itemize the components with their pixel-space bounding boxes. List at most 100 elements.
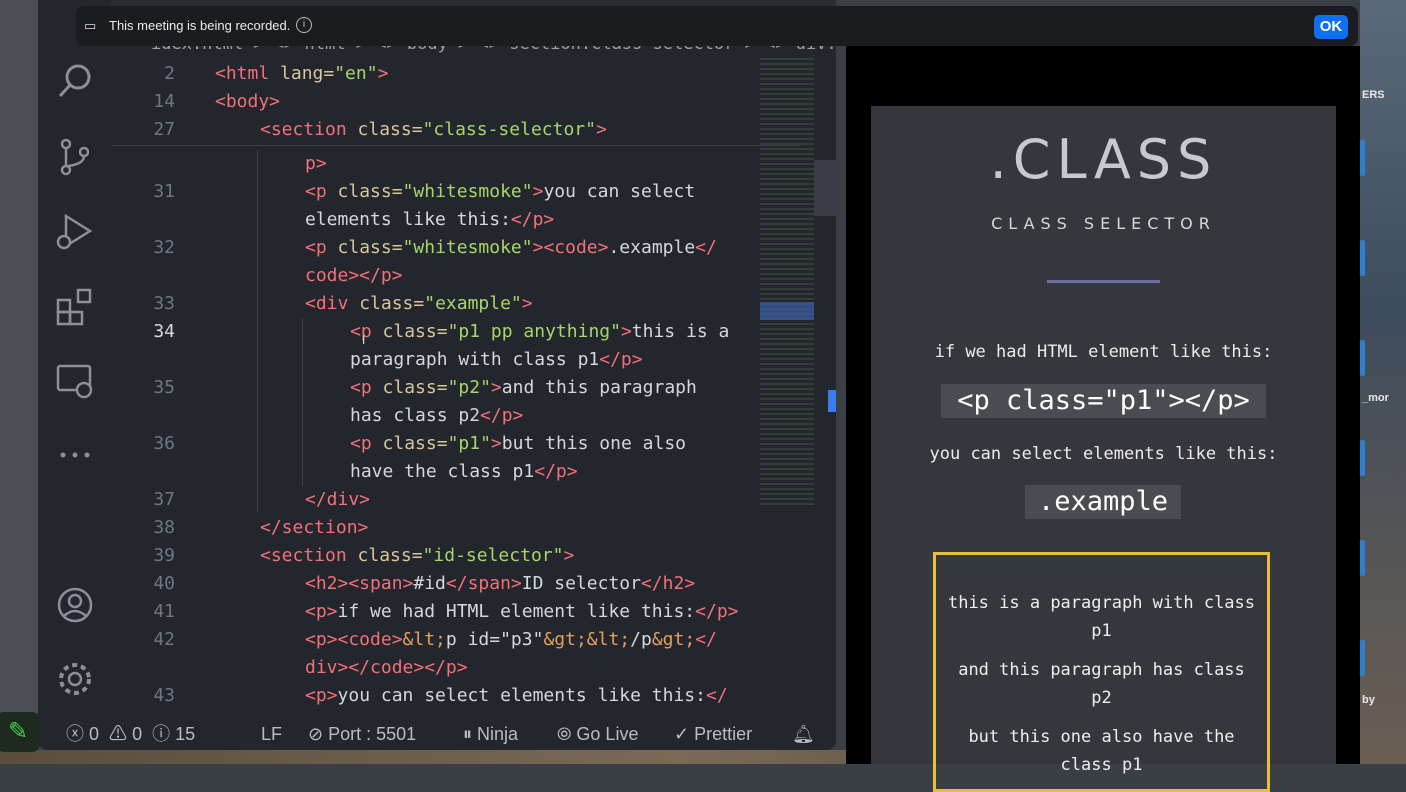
- line-number: 38: [153, 517, 175, 538]
- account-icon[interactable]: [56, 586, 94, 624]
- code-line[interactable]: 31 <p class="whitesmoke">you can select: [111, 178, 801, 206]
- code-line[interactable]: have the class p1</p>: [111, 458, 801, 486]
- more-icon[interactable]: [56, 436, 94, 474]
- code-line[interactable]: paragraph with class p1</p>: [111, 346, 801, 374]
- code-text: div></code></p>: [305, 657, 468, 678]
- code-text: </div>: [305, 489, 371, 510]
- code-text: <body>: [215, 91, 281, 112]
- code-line[interactable]: 36 <p class="p1">but this one also: [111, 430, 801, 458]
- example-paragraph: and this paragraph has class p2: [958, 660, 1245, 708]
- warning-icon: ⚠: [109, 724, 128, 744]
- desktop-window-edge[interactable]: [1360, 540, 1365, 576]
- source-control-icon[interactable]: [56, 138, 94, 176]
- code-line[interactable]: p>: [111, 150, 801, 178]
- problems-indicator[interactable]: ⓧ 0 ⚠ 0 ⓘ 15: [66, 718, 195, 750]
- code-editor-window: idex.html > <> html > <> body > <> secti…: [38, 0, 836, 750]
- code-text: has class p2</p>: [350, 405, 524, 426]
- code-text: <section class="class-selector">: [260, 119, 607, 140]
- code-line[interactable]: has class p2</p>: [111, 402, 801, 430]
- code-line[interactable]: 43 <p>you can select elements like this:<…: [111, 682, 801, 710]
- ok-button[interactable]: OK: [1314, 15, 1348, 39]
- code-line[interactable]: 33 <div class="example">: [111, 290, 801, 318]
- code-line[interactable]: elements like this:</p>: [111, 206, 801, 234]
- code-line[interactable]: 37 </div>: [111, 486, 801, 514]
- bell-icon[interactable]: 🔔︎: [792, 718, 815, 750]
- code-text: <p class="p2">and this paragraph: [350, 377, 697, 398]
- code-text: code></p>: [305, 265, 403, 286]
- code-text: <p class="whitesmoke">you can select: [305, 181, 696, 202]
- desktop-window-edge[interactable]: [1360, 340, 1365, 376]
- code-line[interactable]: code></p>: [111, 262, 801, 290]
- preview-code: .example: [1025, 485, 1181, 519]
- code-line[interactable]: 27 <section class="class-selector">: [111, 116, 801, 144]
- scrollbar-thumb[interactable]: [814, 160, 836, 216]
- example-box: this is a paragraph with class p1 and th…: [933, 552, 1270, 792]
- gear-icon[interactable]: [56, 660, 94, 698]
- desktop-window-edge[interactable]: [1360, 440, 1365, 476]
- info-icon[interactable]: i: [296, 17, 312, 33]
- code-line[interactable]: div></code></p>: [111, 654, 801, 682]
- port-indicator[interactable]: ⊘ Port : 5501: [308, 718, 416, 750]
- code-text: have the class p1</p>: [350, 461, 578, 482]
- code-line[interactable]: 38 </section>: [111, 514, 801, 542]
- prettier-label: Prettier: [694, 724, 753, 744]
- code-text: <p class="p1 pp anything">this is a: [350, 321, 730, 342]
- code-text: <p><code>&lt;p id="p3"&gt;&lt;/p&gt;</: [305, 629, 717, 650]
- code-line[interactable]: 32 <p class="whitesmoke"><code>.example</: [111, 234, 801, 262]
- code-line[interactable]: 40 <h2><span>#id</span>ID selector</h2>: [111, 570, 801, 598]
- code-text: paragraph with class p1</p>: [350, 349, 643, 370]
- extensions-icon[interactable]: [56, 288, 94, 326]
- code-text: <p>you can select elements like this:</: [305, 685, 728, 706]
- port-label: Port : 5501: [328, 724, 417, 744]
- preview-card: .CLASS CLASS SELECTOR if we had HTML ele…: [871, 106, 1336, 792]
- code-text: </section>: [260, 517, 369, 538]
- pause-icon: ⏸: [463, 724, 472, 744]
- preview-subtitle: CLASS SELECTOR: [991, 214, 1216, 233]
- desktop-window-edge[interactable]: [1360, 640, 1365, 676]
- line-number: 35: [153, 377, 175, 398]
- line-number: 42: [153, 629, 175, 650]
- browser-preview: .CLASS CLASS SELECTOR if we had HTML ele…: [846, 46, 1360, 792]
- code-text: <h2><span>#id</span>ID selector</h2>: [305, 573, 696, 594]
- desktop-window-edge[interactable]: [1360, 140, 1365, 176]
- info-icon: ⓘ: [152, 724, 171, 744]
- code-line[interactable]: 14 <body>: [111, 88, 801, 116]
- go-live-button[interactable]: ⦾ Go Live: [557, 718, 638, 750]
- code-line[interactable]: 2 <html lang="en">: [111, 60, 801, 88]
- code-area[interactable]: 2 <html lang="en"> 14 <body> 27 <section clas…: [111, 60, 801, 718]
- search-icon[interactable]: [56, 62, 94, 100]
- check-double-icon: ✓: [674, 724, 690, 744]
- code-line[interactable]: 34 <p class="p1 pp anything">this is a: [111, 318, 801, 346]
- line-number: 37: [153, 489, 175, 510]
- pencil-icon[interactable]: ✎: [0, 712, 40, 752]
- line-number: 43: [153, 685, 175, 706]
- prettier-indicator[interactable]: ✓ Prettier: [674, 718, 752, 750]
- remote-explorer-icon[interactable]: [56, 362, 94, 400]
- code-text: <p class="p1">but this one also: [350, 433, 686, 454]
- info-count: 15: [175, 724, 196, 744]
- line-number: 39: [153, 545, 175, 566]
- eol-indicator[interactable]: LF: [261, 718, 282, 750]
- minimap-highlight: [760, 302, 814, 320]
- line-number: 41: [153, 601, 175, 622]
- code-text: <div class="example">: [305, 293, 533, 314]
- code-line[interactable]: 35 <p class="p2">and this paragraph: [111, 374, 801, 402]
- desktop-background-right: ERS _mor by: [1360, 0, 1406, 764]
- ninja-indicator[interactable]: ⏸ Ninja: [463, 718, 518, 750]
- line-number: 27: [153, 119, 175, 140]
- minimap[interactable]: [760, 58, 814, 508]
- code-line[interactable]: 42 <p><code>&lt;p id="p3"&gt;&lt;/p&gt;</: [111, 626, 801, 654]
- line-number: 40: [153, 573, 175, 594]
- recording-banner: ▭ This meeting is being recorded. i OK: [76, 6, 1358, 46]
- code-text: <p>if we had HTML element like this:</p>: [305, 601, 739, 622]
- code-line[interactable]: 41 <p>if we had HTML element like this:</…: [111, 598, 801, 626]
- line-number: 33: [153, 293, 175, 314]
- code-text: <p class="whitesmoke"><code>.example</: [305, 237, 717, 258]
- preview-text: if we had HTML element like this:: [934, 342, 1273, 362]
- run-debug-icon[interactable]: [56, 212, 94, 250]
- go-live-label: Go Live: [576, 724, 639, 744]
- preview-title: .CLASS: [989, 128, 1218, 191]
- desktop-window-edge[interactable]: [1360, 240, 1365, 276]
- code-line[interactable]: 39 <section class="id-selector">: [111, 542, 801, 570]
- line-number: 34: [153, 321, 175, 342]
